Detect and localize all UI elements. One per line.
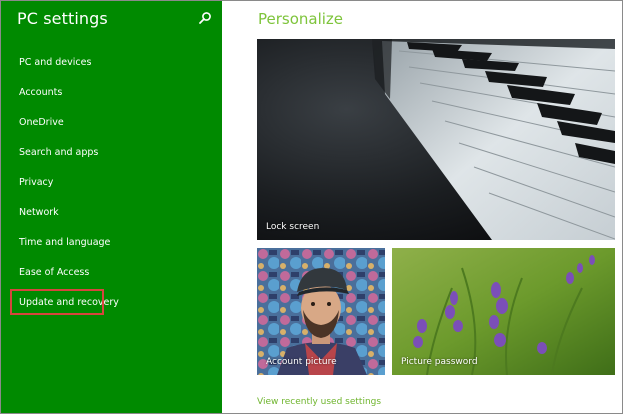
highlight-box	[10, 289, 104, 315]
account-picture-image	[257, 248, 385, 375]
sidebar-item-ease-of-access[interactable]: Ease of Access	[19, 266, 89, 280]
pc-settings-window: PC settings PC and devices Accounts OneD…	[0, 0, 623, 414]
search-icon[interactable]	[198, 11, 212, 25]
section-title-personalize: Personalize	[258, 10, 344, 28]
sidebar-item-search-and-apps[interactable]: Search and apps	[19, 146, 98, 160]
sidebar-item-network[interactable]: Network	[19, 206, 59, 220]
picture-password-image	[392, 248, 615, 375]
sidebar-item-accounts[interactable]: Accounts	[19, 86, 62, 100]
lock-screen-image	[257, 39, 615, 240]
sidebar-item-onedrive[interactable]: OneDrive	[19, 116, 64, 130]
sidebar-item-time-and-language[interactable]: Time and language	[19, 236, 110, 250]
account-picture-tile[interactable]: Account picture	[257, 248, 385, 375]
view-recent-settings-link[interactable]: View recently used settings	[257, 397, 381, 407]
picture-password-tile[interactable]: Picture password	[392, 248, 615, 375]
picture-password-label: Picture password	[401, 357, 478, 367]
page-title: PC settings	[17, 9, 108, 28]
sidebar: PC settings PC and devices Accounts OneD…	[1, 1, 222, 413]
sidebar-item-privacy[interactable]: Privacy	[19, 176, 53, 190]
lock-screen-tile[interactable]: Lock screen	[257, 39, 615, 240]
main-content: Personalize Lock screen Account picture …	[222, 1, 622, 413]
lock-screen-label: Lock screen	[266, 222, 320, 232]
account-picture-label: Account picture	[266, 357, 337, 367]
sidebar-item-pc-and-devices[interactable]: PC and devices	[19, 56, 91, 70]
